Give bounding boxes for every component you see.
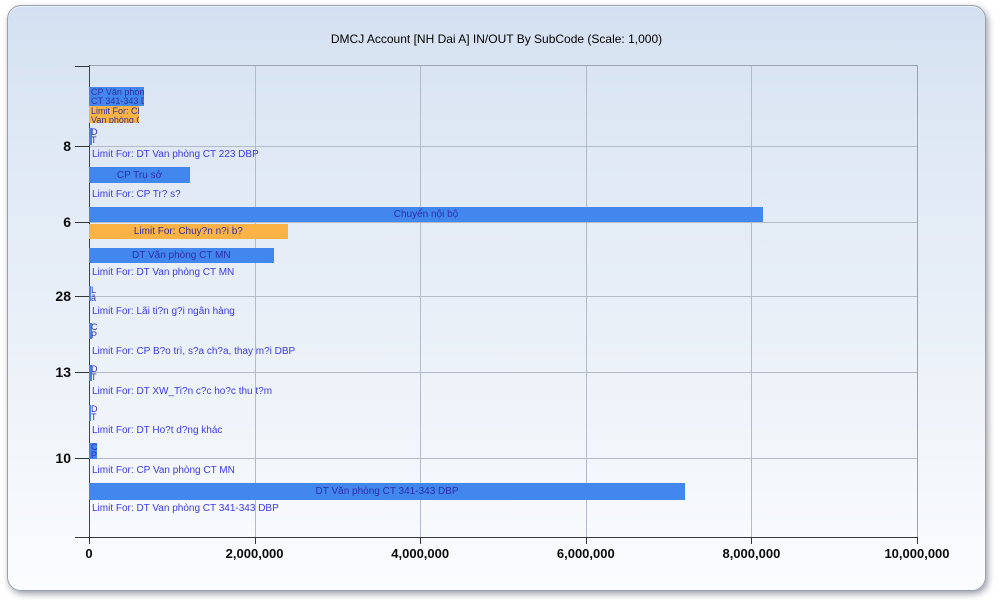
- value-bar[interactable]: CP Văn phòng CT 341-343 D: [89, 87, 144, 106]
- limit-label: Limit For: DT Van phòng CT 223 DBP: [92, 149, 259, 160]
- plot-border-right: [917, 65, 918, 537]
- y-axis-tick: [75, 146, 89, 147]
- gridline-vertical: [751, 65, 752, 537]
- y-axis-tick-label: 8: [35, 138, 71, 154]
- limit-bar-label: Limit For: Chuy?n n?i b?: [89, 224, 288, 239]
- bar-label: L ã: [91, 286, 96, 302]
- x-axis-tick-label: 0: [29, 546, 149, 561]
- gridline-horizontal: [89, 372, 917, 373]
- bar-label: C P: [91, 323, 98, 339]
- gridline-vertical: [586, 65, 587, 537]
- limit-label: Limit For: DT Van phòng CT MN: [92, 267, 234, 278]
- bar-label: Chuyển nội bộ: [89, 207, 763, 222]
- value-bar[interactable]: DT Văn phòng CT MN: [89, 248, 274, 263]
- plot-border-top: [89, 65, 917, 66]
- y-axis-tick-label: 13: [35, 364, 71, 380]
- y-axis-tick: [75, 458, 89, 459]
- limit-label: Limit For: DT XW_Ti?n c?c ho?c thu t?m: [92, 386, 272, 397]
- gridline-vertical: [420, 65, 421, 537]
- y-axis-tick: [75, 222, 89, 223]
- x-axis-tick: [586, 537, 587, 544]
- x-axis-tick: [89, 537, 90, 544]
- gridline-horizontal: [89, 222, 917, 223]
- limit-label: Limit For: Lãi ti?n g?i ngân hàng: [92, 306, 235, 317]
- bar-label: CP Văn phòng CT 341-343 D: [89, 87, 144, 106]
- bar-label: CP Trụ sở: [89, 167, 190, 183]
- x-axis-tick-label: 10,000,000: [857, 546, 977, 561]
- bar-label: C P: [91, 443, 98, 459]
- limit-label: Limit For: CP Tr? s?: [92, 189, 181, 200]
- x-axis-tick-label: 2,000,000: [195, 546, 315, 561]
- screenshot-stage: DMCJ Account [NH Dai A] IN/OUT By SubCod…: [0, 0, 1000, 600]
- bar-label: D T: [91, 405, 98, 421]
- x-axis-tick: [255, 537, 256, 544]
- y-axis-tick: [75, 537, 89, 538]
- limit-label: Limit For: CP B?o trì, s?a ch?a, thay m?…: [92, 346, 295, 357]
- y-axis-tick-label: 28: [35, 288, 71, 304]
- value-bar[interactable]: DT Văn phòng CT 341-343 DBP: [89, 483, 685, 500]
- x-axis-line: [89, 537, 917, 538]
- bar-label: DT Văn phòng CT MN: [89, 248, 274, 263]
- gridline-horizontal: [89, 146, 917, 147]
- gridline-vertical: [255, 65, 256, 537]
- limit-bar-label: Limit For: CP Van phòng C: [89, 106, 139, 123]
- x-axis-tick-label: 6,000,000: [526, 546, 646, 561]
- y-axis-tick: [75, 66, 89, 67]
- value-bar[interactable]: CP Trụ sở: [89, 167, 190, 183]
- gridline-horizontal: [89, 296, 917, 297]
- limit-bar[interactable]: Limit For: CP Van phòng C: [89, 106, 139, 123]
- y-axis-tick: [75, 372, 89, 373]
- y-axis-tick-label: 6: [35, 214, 71, 230]
- x-axis-tick-label: 4,000,000: [360, 546, 480, 561]
- bar-label: DT Văn phòng CT 341-343 DBP: [89, 483, 685, 500]
- bar-label: D T: [91, 128, 98, 144]
- chart-title: DMCJ Account [NH Dai A] IN/OUT By SubCod…: [8, 32, 985, 46]
- limit-label: Limit For: DT Van phòng CT 341-343 DBP: [92, 503, 279, 514]
- limit-label: Limit For: CP Van phòng CT MN: [92, 465, 235, 476]
- limit-bar[interactable]: Limit For: Chuy?n n?i b?: [89, 224, 288, 239]
- value-bar[interactable]: Chuyển nội bộ: [89, 207, 763, 222]
- limit-label: Limit For: DT Ho?t d?ng khác: [92, 425, 222, 436]
- y-axis-tick-label: 10: [35, 450, 71, 466]
- y-axis-tick: [75, 296, 89, 297]
- x-axis-tick: [917, 537, 918, 544]
- x-axis-tick: [751, 537, 752, 544]
- x-axis-tick: [420, 537, 421, 544]
- gridline-horizontal: [89, 458, 917, 459]
- bar-label: D T: [91, 365, 98, 381]
- x-axis-tick-label: 8,000,000: [691, 546, 811, 561]
